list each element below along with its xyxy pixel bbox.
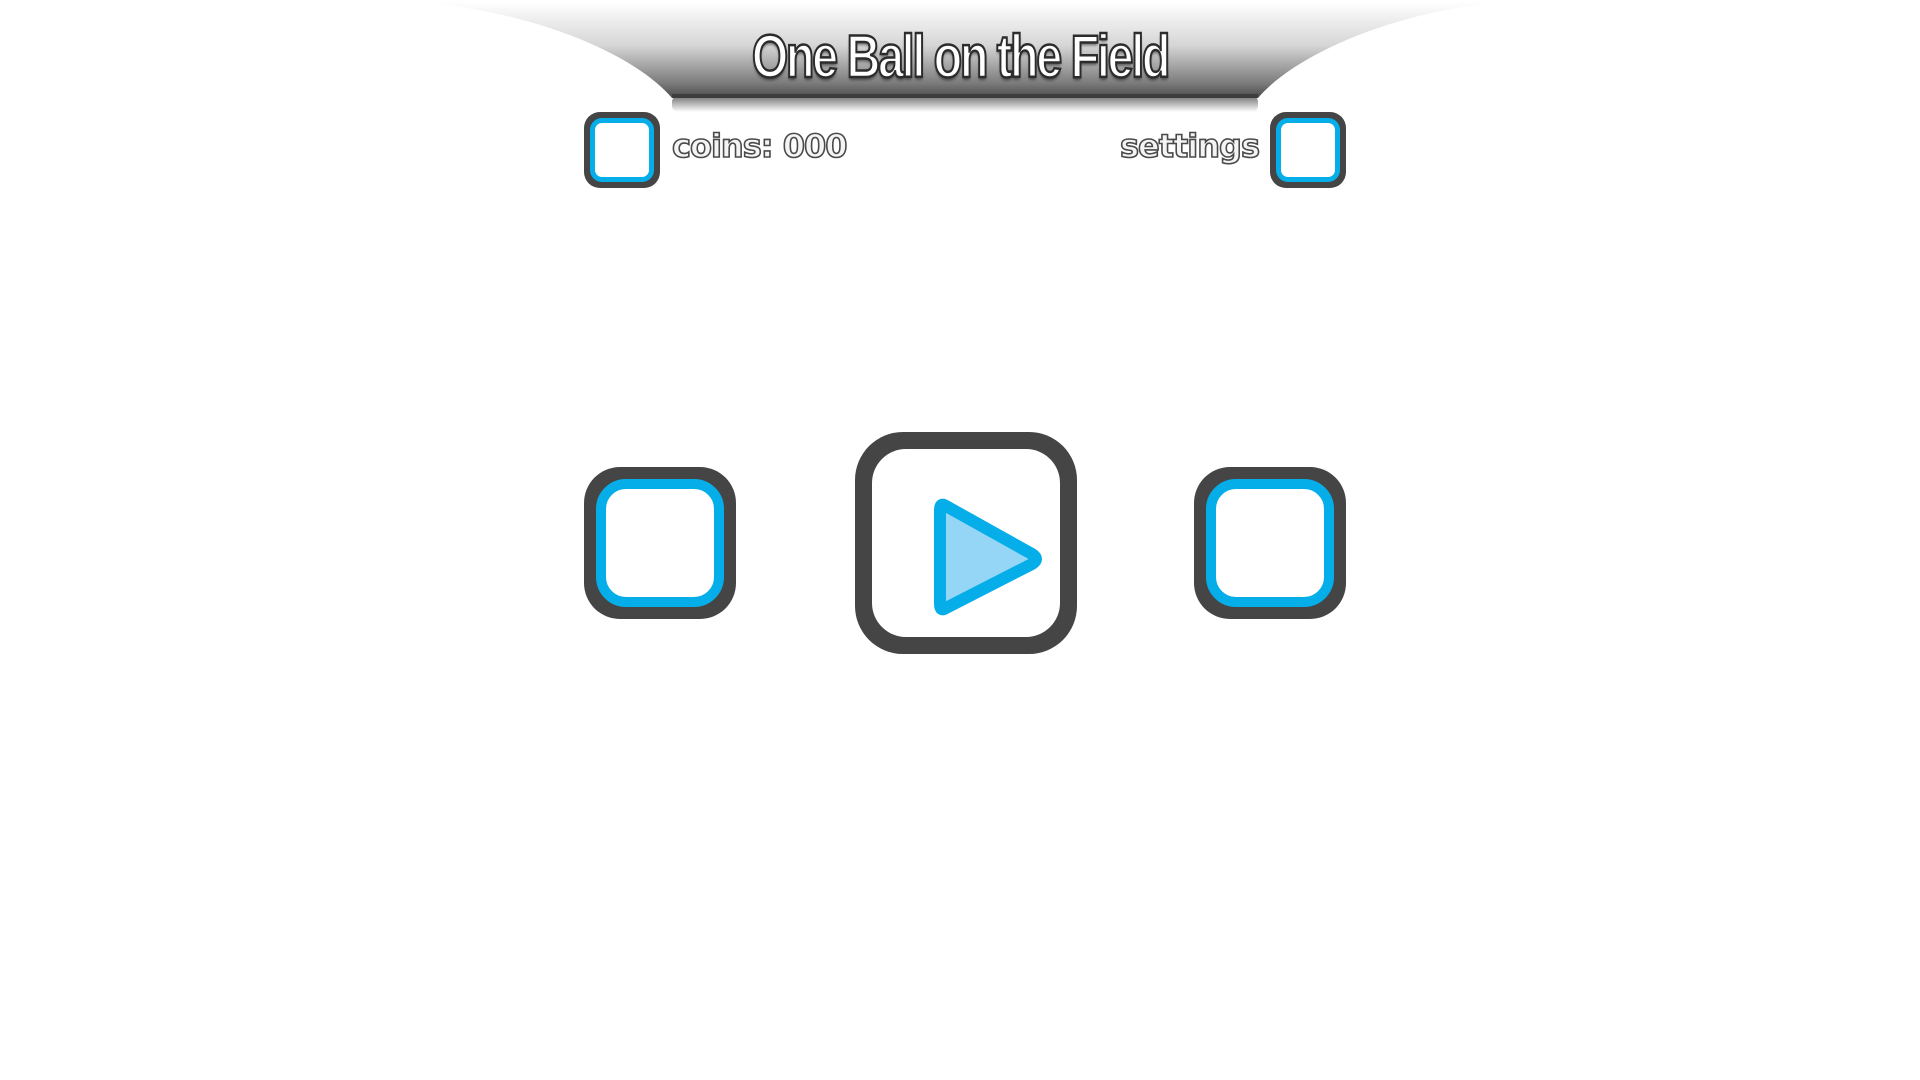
coins-button[interactable] xyxy=(584,112,660,188)
blank-square-icon xyxy=(596,479,724,607)
settings-label: settings xyxy=(1119,126,1261,166)
play-button[interactable] xyxy=(855,432,1077,654)
game-title: One Ball on the Field xyxy=(751,22,1172,92)
settings-button[interactable] xyxy=(1270,112,1346,188)
left-menu-button[interactable] xyxy=(584,467,736,619)
right-menu-button[interactable] xyxy=(1194,467,1346,619)
blank-square-icon xyxy=(1206,479,1334,607)
title-banner: One Ball on the Field xyxy=(0,0,1920,140)
coins-counter: coins: 000 xyxy=(671,126,848,166)
blank-square-icon xyxy=(1276,118,1340,182)
play-button-face xyxy=(872,449,1060,637)
play-icon xyxy=(934,498,1042,616)
blank-square-icon xyxy=(590,118,654,182)
game-screen: One Ball on the Field coins: 000 setting… xyxy=(0,0,1920,1080)
